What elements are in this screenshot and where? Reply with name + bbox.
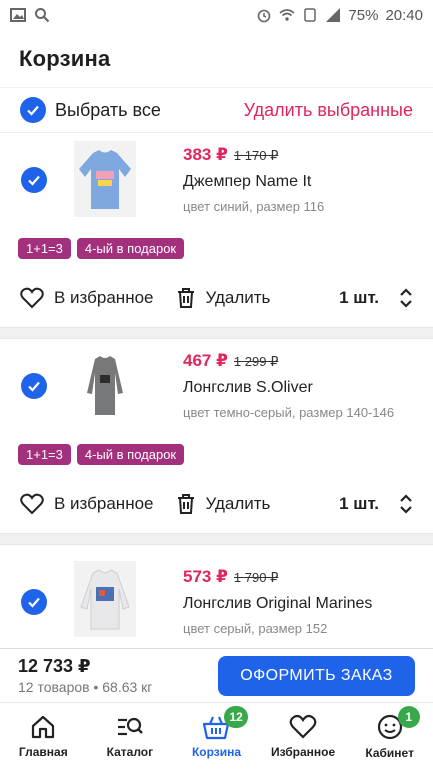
remove-label: Удалить — [205, 494, 271, 513]
page-title: Корзина — [19, 45, 111, 71]
page-header: Корзина — [0, 30, 433, 88]
up-down-chevron-icon[interactable] — [399, 493, 413, 515]
cart-item: 573 ₽ 1 790 ₽ Лонгслив Original Marines ц… — [0, 545, 433, 645]
add-to-favorites-button[interactable]: В избранное — [20, 493, 154, 515]
sim-icon — [302, 7, 318, 23]
promo-badge: 1+1=3 — [18, 443, 71, 465]
place-order-button[interactable]: ОФОРМИТЬ ЗАКАЗ — [218, 655, 415, 696]
cart-list[interactable]: Выбрать все Удалить выбранные 383 ₽ 1 170… — [0, 88, 433, 648]
heart-icon — [20, 287, 44, 309]
nav-label: Главная — [18, 745, 68, 759]
select-all-label[interactable]: Выбрать все — [55, 100, 161, 121]
divider — [0, 533, 433, 545]
search-icon — [34, 7, 50, 23]
item-name[interactable]: Джемпер Name It — [183, 173, 324, 191]
delete-selected-button[interactable]: Удалить выбранные — [244, 100, 413, 121]
nav-home[interactable]: Главная — [0, 703, 87, 770]
nav-cart[interactable]: 12 Корзина — [173, 703, 260, 770]
item-name[interactable]: Лонгслив S.Oliver — [183, 379, 394, 397]
item-checkbox[interactable] — [21, 167, 47, 193]
trash-icon — [177, 494, 194, 514]
item-attributes: цвет синий, размер 116 — [183, 199, 325, 214]
checkout-bar: 12 733 ₽ 12 товаров • 68.63 кг ОФОРМИТЬ … — [0, 648, 433, 702]
quantity-stepper[interactable]: 1 шт. — [339, 287, 413, 309]
nav-favorites[interactable]: Избранное — [260, 703, 347, 770]
item-checkbox[interactable] — [21, 589, 47, 615]
remove-button[interactable]: Удалить — [176, 287, 271, 309]
bottom-nav: Главная Каталог 12 Корзина Избранное 1 К… — [0, 702, 433, 770]
item-attributes: цвет серый, размер 152 — [183, 621, 328, 636]
up-down-chevron-icon[interactable] — [399, 287, 413, 309]
cart-item: 383 ₽ 1 170 ₽ Джемпер Name It цвет синий,… — [0, 133, 433, 327]
nav-label: Кабинет — [365, 746, 414, 760]
promo-badge: 4-ый в подарок — [76, 237, 185, 259]
home-icon — [32, 715, 55, 739]
favorite-label: В избранное — [54, 288, 154, 307]
product-image[interactable] — [74, 141, 136, 217]
nav-account[interactable]: 1 Кабинет — [346, 703, 433, 770]
select-all-checkbox[interactable] — [20, 97, 46, 123]
status-bar: 75% 20:40 — [0, 0, 433, 30]
gallery-icon — [10, 7, 26, 23]
promo-badge: 1+1=3 — [18, 237, 71, 259]
divider — [0, 327, 433, 339]
blue-sweater-icon — [79, 150, 131, 209]
cart-count-badge: 12 — [224, 706, 248, 728]
wifi-icon — [279, 7, 295, 23]
cart-summary: 12 товаров • 68.63 кг — [18, 679, 153, 695]
product-image[interactable] — [74, 347, 136, 423]
item-price: 383 ₽ — [183, 145, 228, 164]
white-longsleeve-icon — [80, 569, 130, 630]
cart-total: 12 733 ₽ — [18, 656, 91, 676]
heart-icon — [289, 714, 317, 739]
item-price: 573 ₽ — [183, 567, 228, 586]
item-checkbox[interactable] — [21, 373, 47, 399]
battery-percent: 75% — [348, 6, 379, 24]
select-all-row: Выбрать все Удалить выбранные — [0, 88, 433, 133]
alarm-icon — [256, 7, 272, 23]
cart-item: 467 ₽ 1 299 ₽ Лонгслив S.Oliver цвет темн… — [0, 339, 433, 533]
quantity-value: 1 шт. — [339, 288, 379, 307]
item-attributes: цвет темно-серый, размер 140-146 — [183, 405, 395, 420]
quantity-stepper[interactable]: 1 шт. — [339, 493, 413, 515]
item-name[interactable]: Лонгслив Original Marines — [183, 595, 372, 613]
clock: 20:40 — [385, 6, 423, 24]
nav-label: Корзина — [191, 745, 242, 759]
signal-icon — [325, 7, 341, 23]
item-price: 467 ₽ — [183, 351, 228, 370]
favorite-label: В избранное — [54, 494, 154, 513]
item-old-price: 1 170 ₽ — [233, 148, 279, 163]
promo-badge: 4-ый в подарок — [76, 443, 185, 465]
gray-longsleeve-icon — [87, 356, 123, 415]
nav-label: Избранное — [270, 745, 336, 759]
remove-button[interactable]: Удалить — [176, 493, 271, 515]
trash-icon — [177, 288, 194, 308]
item-old-price: 1 790 ₽ — [233, 570, 279, 585]
heart-icon — [20, 493, 44, 515]
nav-label: Каталог — [106, 745, 154, 759]
quantity-value: 1 шт. — [339, 494, 379, 513]
product-image[interactable] — [74, 561, 136, 637]
remove-label: Удалить — [205, 288, 271, 307]
item-old-price: 1 299 ₽ — [233, 354, 279, 369]
catalog-search-icon — [117, 717, 143, 736]
add-to-favorites-button[interactable]: В избранное — [20, 287, 154, 309]
account-notification-badge: 1 — [397, 706, 420, 728]
nav-catalog[interactable]: Каталог — [87, 703, 174, 770]
